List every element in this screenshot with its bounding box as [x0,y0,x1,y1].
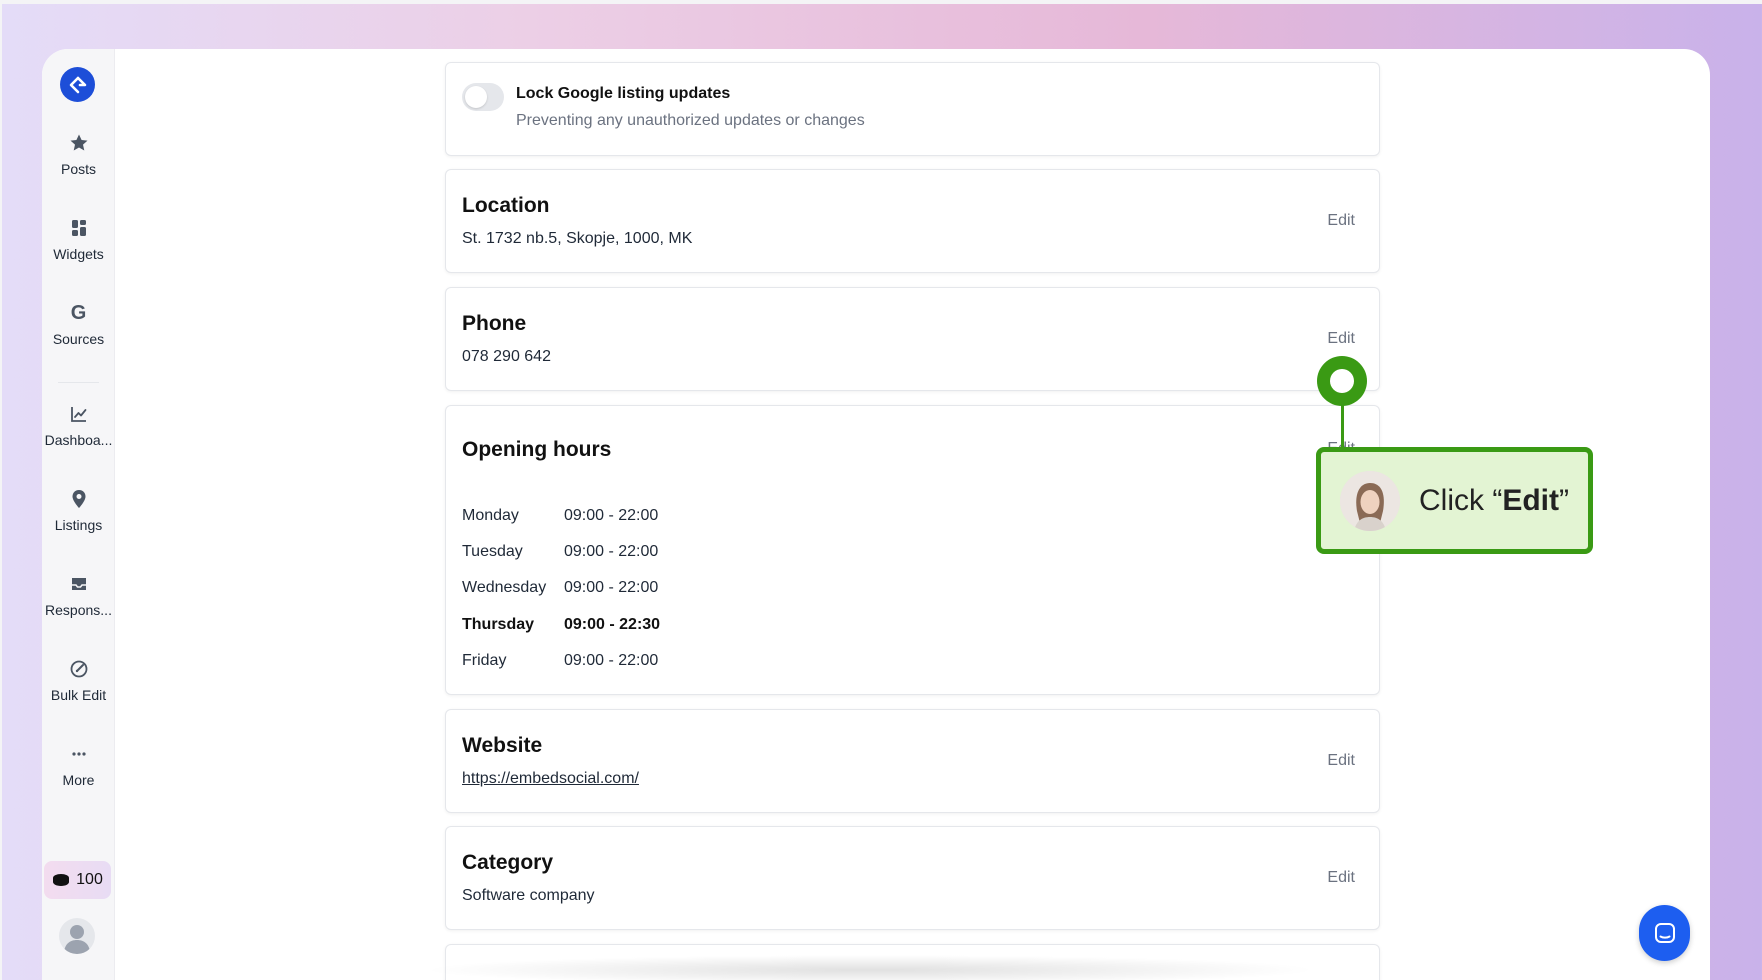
callout-bold: Edit [1502,483,1559,517]
callout-text: Click “Edit” [1419,484,1569,518]
sidebar-divider [58,382,99,383]
app-logo[interactable] [60,67,95,102]
guide-avatar [1340,470,1400,531]
sidebar-item-label: Widgets [53,246,104,262]
inbox-icon [42,572,115,596]
hours-value: 09:00 - 22:00 [564,507,659,524]
sidebar-item-label: Posts [60,161,96,177]
sidebar-item-responses[interactable]: Respons... [42,572,115,618]
website-edit-button[interactable]: Edit [1327,752,1355,770]
callout-prefix: Click “ [1419,483,1503,517]
sidebar-item-more[interactable]: More [42,742,115,788]
website-link[interactable]: https://embedsocial.com/ [462,770,639,788]
callout-suffix: ” [1559,483,1569,517]
logo-icon [69,76,86,93]
hours-row-friday: Friday 09:00 - 22:00 [462,652,658,670]
lock-updates-card: Lock Google listing updates Preventing a… [445,62,1380,156]
day-label: Tuesday [462,543,523,560]
category-edit-button[interactable]: Edit [1327,869,1355,887]
phone-card: Phone 078 290 642 Edit [445,287,1380,391]
user-icon [64,925,90,954]
hours-row-tuesday: Tuesday 09:00 - 22:00 [462,543,658,561]
phone-value: 078 290 642 [462,348,551,365]
location-title: Location [462,194,550,217]
lock-updates-title: Lock Google listing updates [516,85,731,102]
hours-value: 09:00 - 22:00 [564,652,659,669]
edit-circle-icon [42,657,115,681]
phone-title: Phone [462,312,527,335]
coins-icon [53,874,70,886]
sidebar: Posts Widgets G Sources Dashboa... Listi… [42,49,115,980]
location-edit-button[interactable]: Edit [1327,212,1355,230]
tutorial-callout: Click “Edit” [1316,447,1593,554]
widgets-icon [42,216,115,240]
website-card: Website https://embedsocial.com/ Edit [445,709,1380,813]
hours-value: 09:00 - 22:30 [564,616,661,633]
category-value: Software company [462,887,595,904]
sidebar-item-label: Sources [52,331,105,347]
toggle-knob [465,86,487,108]
opening-hours-card: Opening hours Edit Monday09:00 - 22:00 T… [445,405,1380,695]
phone-edit-button[interactable]: Edit [1327,330,1355,348]
sidebar-item-bulk-edit[interactable]: Bulk Edit [42,657,115,703]
lock-updates-toggle[interactable] [462,83,504,111]
hours-value: 09:00 - 22:00 [564,543,659,560]
sidebar-item-sources[interactable]: G Sources [42,301,115,348]
lock-updates-description: Preventing any unauthorized updates or c… [516,112,865,129]
bottom-shadow [420,955,1320,980]
day-label: Thursday [462,616,535,633]
hours-value: 09:00 - 22:00 [564,579,659,596]
location-card: Location St. 1732 nb.5, Skopje, 1000, MK… [445,169,1380,273]
callout-connector [1341,404,1344,448]
sidebar-item-label: Bulk Edit [50,687,107,703]
user-avatar[interactable] [59,918,95,954]
google-icon: G [70,301,87,324]
hours-row-monday: Monday 09:00 - 22:00 [462,507,658,525]
opening-hours-title: Opening hours [462,438,612,461]
sidebar-item-label: Listings [54,517,103,533]
location-value: St. 1732 nb.5, Skopje, 1000, MK [462,230,693,247]
sidebar-item-label: Dashboa... [44,432,113,448]
sidebar-item-widgets[interactable]: Widgets [42,216,115,262]
chat-icon [1654,923,1675,943]
sidebar-item-listings[interactable]: Listings [42,487,115,533]
sidebar-item-label: More [62,772,95,788]
chart-icon [42,402,115,426]
sidebar-item-dashboard[interactable]: Dashboa... [42,402,115,448]
day-label: Monday [462,507,519,524]
hours-row-wednesday: Wednesday 09:00 - 22:00 [462,579,658,597]
day-label: Friday [462,652,507,669]
location-pin-icon [42,487,115,511]
chat-button[interactable] [1639,905,1690,961]
credits-badge[interactable]: 100 [44,861,111,899]
hours-row-thursday: Thursday 09:00 - 22:30 [462,616,660,634]
category-title: Category [462,851,554,874]
category-card: Category Software company Edit [445,826,1380,930]
star-icon [42,131,115,155]
sidebar-item-label: Respons... [45,602,112,618]
day-label: Wednesday [462,579,547,596]
callout-marker [1317,356,1367,406]
sidebar-item-posts[interactable]: Posts [42,131,115,177]
more-icon [42,742,115,766]
website-title: Website [462,734,543,757]
credits-count: 100 [76,871,103,888]
